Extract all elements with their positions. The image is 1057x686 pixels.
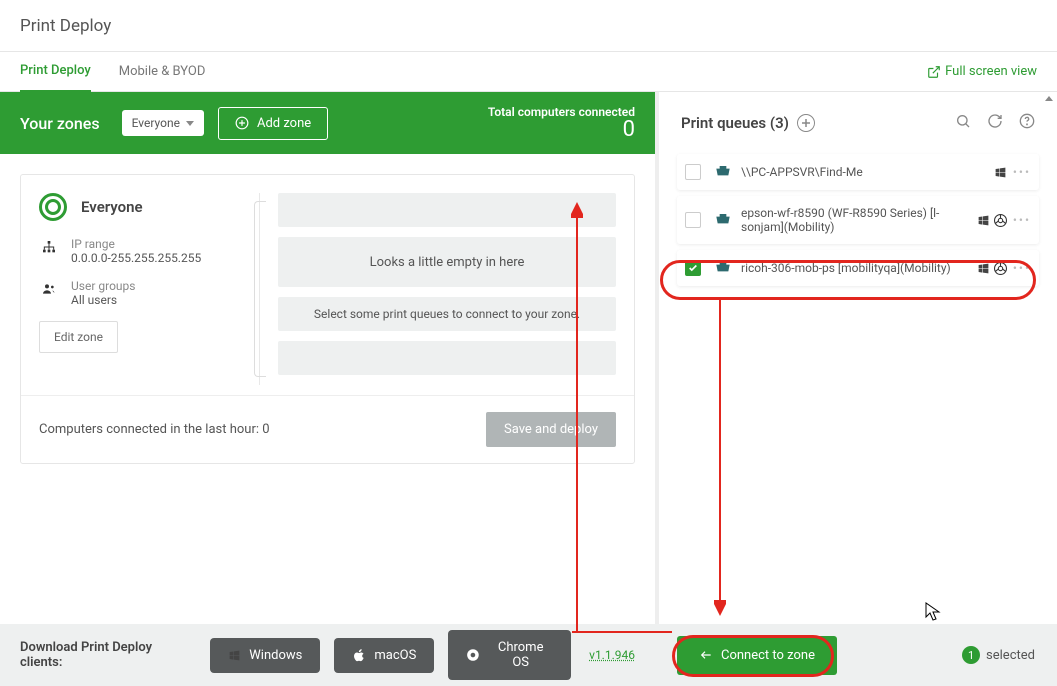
print-queues-title: Print queues (3) [681,114,789,132]
connected-block: Total computers connected 0 [488,105,635,141]
chrome-icon [466,648,480,662]
full-screen-link[interactable]: Full screen view [927,64,1037,79]
empty-title: Looks a little empty in here [370,255,525,270]
zone-details: Everyone IP range 0.0.0.0-255.255.255.25… [39,193,259,385]
left-column: Your zones Everyone Add zone Total compu… [0,92,655,624]
computers-connected-label: Computers connected in the last hour: 0 [39,422,270,437]
target-icon [39,193,67,221]
network-icon [39,237,59,265]
printer-icon [715,166,731,178]
check-icon [688,263,698,273]
os-icons [977,262,1007,275]
selected-count: 1 selected [962,646,1035,664]
edit-zone-button[interactable]: Edit zone [39,321,118,353]
zone-selector[interactable]: Everyone [122,110,204,136]
plus-circle-icon [235,116,249,130]
zone-name: Everyone [81,198,143,216]
tab-mobile-byod[interactable]: Mobile & BYOD [119,52,206,91]
chrome-icon [994,262,1007,275]
arrow-left-icon [699,648,713,662]
tab-print-deploy[interactable]: Print Deploy [20,51,91,93]
add-zone-button[interactable]: Add zone [218,107,328,140]
main-content: Your zones Everyone Add zone Total compu… [0,92,1057,624]
print-queue-item[interactable]: \\PC-APPSVR\Find-Me ••• [677,154,1039,190]
connect-to-zone-button[interactable]: Connect to zone [677,636,837,675]
add-zone-label: Add zone [257,116,311,131]
tabs-row: Print Deploy Mobile & BYOD Full screen v… [0,52,1057,92]
full-screen-label: Full screen view [945,64,1037,79]
user-groups-value: All users [71,293,135,307]
refresh-icon[interactable] [987,113,1003,133]
zone-card: Everyone IP range 0.0.0.0-255.255.255.25… [20,174,635,464]
save-and-deploy-button[interactable]: Save and deploy [486,412,616,447]
queue-slot: Looks a little empty in here [278,237,616,287]
empty-subtitle: Select some print queues to connect to y… [314,307,580,321]
queue-name: ricoh-306-mob-ps [mobilityqa](Mobility) [741,261,977,275]
footer: Download Print Deploy clients: Windows m… [0,624,1057,686]
print-queue-item[interactable]: epson-wf-r8590 (WF-R8590 Series) [l-sonj… [677,196,1039,244]
download-clients-label: Download Print Deploy clients: [20,640,196,670]
external-link-icon [927,65,941,79]
connected-count: 0 [488,119,635,141]
selected-badge: 1 [962,646,980,664]
ip-range-label: IP range [71,237,201,251]
user-groups-label: User groups [71,279,135,293]
search-icon[interactable] [955,113,971,133]
download-chromeos-button[interactable]: Chrome OS [448,630,571,680]
version-link[interactable]: v1.1.946 [589,648,635,662]
windows-icon [977,214,990,227]
queue-name: epson-wf-r8590 (WF-R8590 Series) [l-sonj… [741,206,977,234]
zone-selector-label: Everyone [132,116,180,130]
download-macos-button[interactable]: macOS [334,638,434,673]
print-queues-panel: Print queues (3) \\PC-APPSVR\Find-Me ••• e… [655,92,1057,624]
printer-icon [715,262,731,274]
page-title: Print Deploy [20,16,111,36]
user-group-icon [39,279,59,307]
ip-range-value: 0.0.0.0-255.255.255.255 [71,251,201,265]
more-icon[interactable]: ••• [1013,165,1031,179]
more-icon[interactable]: ••• [1013,261,1031,275]
plus-icon [801,118,811,128]
zones-toolbar: Your zones Everyone Add zone Total compu… [0,92,655,154]
queue-slot [278,341,616,375]
header-bar: Print Deploy [0,0,1057,52]
checkbox[interactable] [685,164,701,180]
download-windows-button[interactable]: Windows [210,638,320,673]
os-icons [977,214,1007,227]
help-icon[interactable] [1019,113,1035,133]
scrollbar[interactable] [1041,92,1057,624]
queue-name: \\PC-APPSVR\Find-Me [741,165,994,179]
more-icon[interactable]: ••• [1013,213,1031,227]
chrome-icon [994,214,1007,227]
checkbox[interactable] [685,260,701,276]
zone-queues-panel: Looks a little empty in here Select some… [259,193,616,385]
bracket-decoration [254,201,266,377]
queue-slot: Select some print queues to connect to y… [278,297,616,331]
connected-label: Total computers connected [488,105,635,119]
zones-title: Your zones [20,114,100,133]
print-queue-list: \\PC-APPSVR\Find-Me ••• epson-wf-r8590 (WF… [659,154,1057,292]
print-queue-item[interactable]: ricoh-306-mob-ps [mobilityqa](Mobility) •… [677,250,1039,286]
chevron-down-icon [186,121,194,126]
os-icons [994,166,1007,179]
windows-icon [977,262,990,275]
printer-icon [715,214,731,226]
add-queue-button[interactable] [797,114,815,132]
checkbox[interactable] [685,212,701,228]
windows-icon [994,166,1007,179]
windows-icon [228,649,241,662]
queue-slot [278,193,616,227]
apple-icon [352,648,366,662]
